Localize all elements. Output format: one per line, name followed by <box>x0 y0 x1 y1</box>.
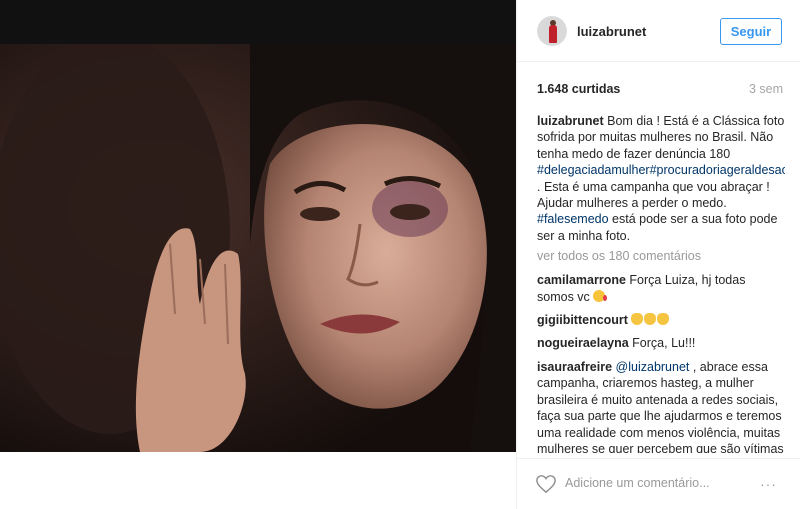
caption-text-2: . Esta é uma campanha que vou abraçar ! … <box>537 179 770 211</box>
clapping-hands-emoji-icon <box>657 313 670 326</box>
clapping-hands-emoji-icon <box>644 313 657 326</box>
comment-text: Força, Lu!!! <box>628 336 696 351</box>
post-photo[interactable] <box>0 44 516 452</box>
follow-button[interactable]: Seguir <box>720 18 782 45</box>
blowing-kiss-emoji-icon <box>593 289 608 302</box>
media-top-bar <box>0 0 516 44</box>
hashtag-link[interactable]: #procuradoriageraldesaopaulo <box>650 163 785 177</box>
clapping-hands-emoji-icon <box>631 313 644 326</box>
comment-username[interactable]: gigiibittencourt <box>537 313 628 327</box>
hashtag-link[interactable]: #falesemedo <box>537 212 609 226</box>
comment-username[interactable]: camilamarrone <box>537 273 626 287</box>
comment-username[interactable]: isauraafreire <box>537 360 612 374</box>
more-options-icon[interactable]: ··· <box>760 476 777 492</box>
likes-row: 1.648 curtidas 3 sem <box>537 82 783 98</box>
post-username[interactable]: luizabrunet <box>577 24 646 39</box>
likes-count[interactable]: 1.648 curtidas <box>537 82 620 96</box>
comment-input[interactable] <box>565 472 735 494</box>
avatar[interactable] <box>537 16 567 46</box>
comment-item: nogueiraelayna Força, Lu!!! <box>537 335 785 351</box>
post-side-panel: luizabrunet Seguir 1.648 curtidas 3 sem … <box>516 0 800 509</box>
post-media <box>0 0 516 509</box>
mention-link[interactable]: @luizabrunet <box>616 360 690 374</box>
comment-item: isauraafreire @luizabrunet , abrace essa… <box>537 359 785 453</box>
caption: luizabrunet Bom dia ! Está é a Clássica … <box>537 113 785 244</box>
comment-item: camilamarrone Força Luiza, hj todas somo… <box>537 272 785 305</box>
post-header: luizabrunet Seguir <box>517 0 800 62</box>
comment-footer: ··· <box>517 458 800 509</box>
view-all-comments-link[interactable]: ver todos os 180 comentários <box>537 249 785 263</box>
hashtag-link[interactable]: #delegaciadamulher <box>537 163 650 177</box>
heart-icon[interactable] <box>535 474 557 494</box>
post-time[interactable]: 3 sem <box>749 82 783 96</box>
comment-username[interactable]: nogueiraelayna <box>537 336 629 350</box>
comment-item: gigiibittencourt <box>537 312 785 328</box>
photo-illustration <box>0 44 516 452</box>
caption-username[interactable]: luizabrunet <box>537 114 604 128</box>
comments-section: luizabrunet Bom dia ! Está é a Clássica … <box>537 113 785 453</box>
media-bottom-bar <box>0 452 516 509</box>
avatar-figure-dress <box>549 25 557 43</box>
